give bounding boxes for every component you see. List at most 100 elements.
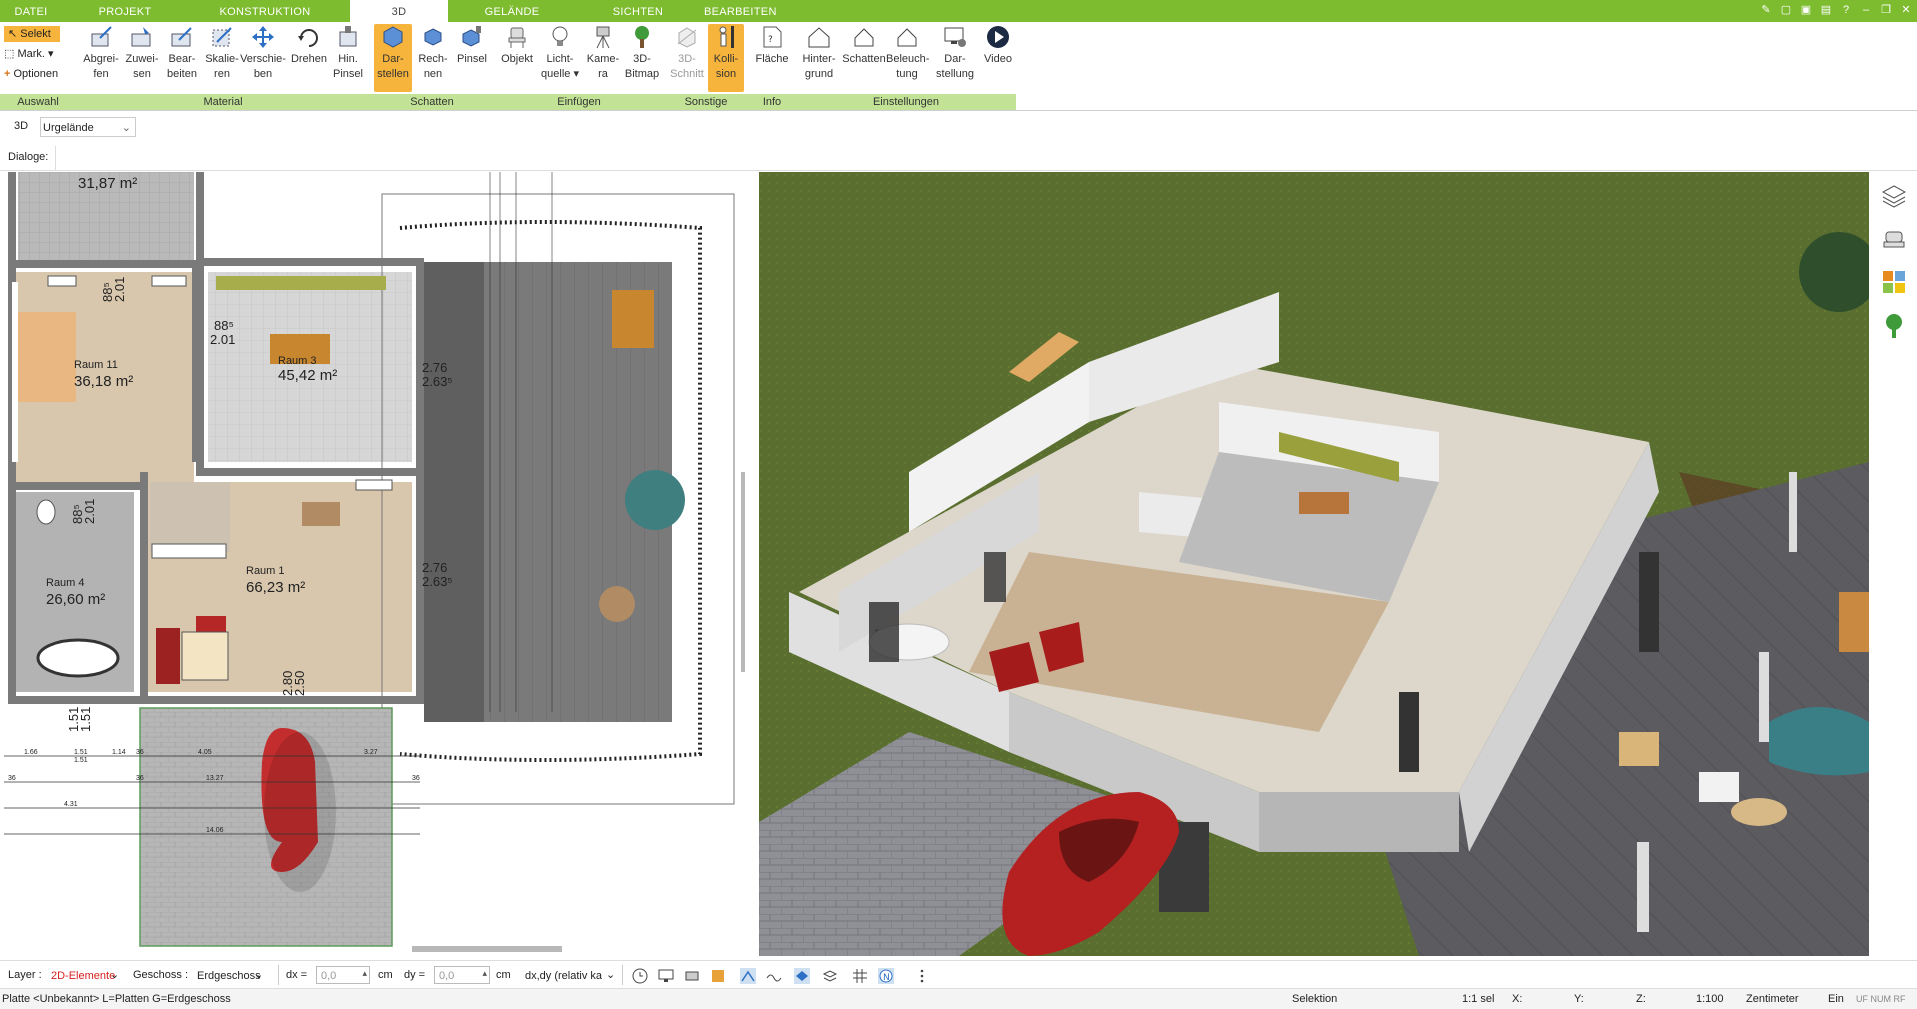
3d-schnitt-button[interactable]: 3D- Schnitt bbox=[668, 24, 706, 82]
clock-icon[interactable] bbox=[632, 968, 648, 984]
selekt-button[interactable]: ↖ Selekt bbox=[4, 26, 60, 42]
beleuchtung-button[interactable]: Beleuch- tung bbox=[886, 24, 929, 82]
window-icon[interactable]: ▣ bbox=[1799, 3, 1813, 17]
pen-icon[interactable]: ✎ bbox=[1759, 3, 1773, 17]
objekt-button[interactable]: Objekt bbox=[498, 24, 536, 67]
verschieben-button[interactable]: Verschie- ben bbox=[240, 24, 286, 82]
layers-small-icon[interactable] bbox=[822, 968, 838, 984]
darstellung-button[interactable]: Dar- stellung bbox=[930, 24, 980, 82]
abgreifen-label2: fen bbox=[93, 68, 109, 80]
room-3-area: 45,42 m² bbox=[278, 367, 337, 384]
optionen-button[interactable]: + Optionen bbox=[4, 66, 58, 82]
tree-icon bbox=[635, 26, 649, 48]
angle-icon[interactable] bbox=[740, 968, 756, 984]
hin-pinsel-button[interactable]: Hin. Pinsel bbox=[330, 24, 366, 82]
floor-plan-view[interactable]: 31,87 m² Raum 11 36,18 m² Raum 3 45,42 m… bbox=[0, 172, 745, 956]
minimize-icon[interactable]: – bbox=[1859, 3, 1873, 17]
dim-chain-7: 13.27 bbox=[206, 775, 224, 782]
materials-icon[interactable] bbox=[1880, 268, 1908, 296]
layers-icon[interactable] bbox=[1880, 182, 1908, 210]
hintergrund-label1: Hinter- bbox=[802, 53, 836, 65]
tile-icon[interactable]: ▢ bbox=[1779, 3, 1793, 17]
relative-select[interactable]: dx,dy (relativ ka bbox=[520, 966, 616, 984]
tab-projekt[interactable]: PROJEKT bbox=[66, 0, 184, 22]
tab-konstruktion[interactable]: KONSTRUKTION bbox=[190, 0, 340, 22]
horizontal-scrollbar[interactable] bbox=[412, 946, 562, 952]
vertical-scrollbar[interactable] bbox=[741, 472, 745, 672]
chevron-down-icon: ⌄ bbox=[254, 969, 264, 981]
mark-button[interactable]: ⬚ Mark. ▾ bbox=[4, 46, 54, 62]
room-4-area: 26,60 m² bbox=[46, 591, 105, 608]
snap-icon[interactable] bbox=[710, 968, 726, 984]
north-icon[interactable]: N bbox=[878, 968, 894, 984]
close-icon[interactable]: ✕ bbox=[1899, 3, 1913, 17]
restore-icon[interactable]: ❐ bbox=[1879, 3, 1893, 17]
abgreifen-button[interactable]: Abgrei- fen bbox=[80, 24, 122, 82]
round-table bbox=[599, 586, 635, 622]
floor-plan-canvas[interactable]: 31,87 m² Raum 11 36,18 m² Raum 3 45,42 m… bbox=[0, 172, 745, 956]
tab-sichten[interactable]: SICHTEN bbox=[578, 0, 698, 22]
kollision-label2: sion bbox=[715, 68, 737, 80]
tab-3d[interactable]: 3D bbox=[350, 0, 448, 22]
dim-chain-3: 1.51 bbox=[74, 757, 88, 764]
status-y: Y: bbox=[1574, 993, 1584, 1005]
skalieren-label1: Skalie- bbox=[205, 53, 239, 65]
drehen-button[interactable]: Drehen bbox=[288, 24, 330, 67]
dx-input[interactable]: 0,0 ▴▾ bbox=[316, 966, 370, 996]
dim-door-2-w: 2.76 bbox=[422, 360, 447, 375]
tab-gelaende[interactable]: GELÄNDE bbox=[452, 0, 572, 22]
tab-datei[interactable]: DATEI bbox=[0, 0, 62, 22]
monitor-icon[interactable] bbox=[658, 968, 674, 984]
beleuchtung-label2: tung bbox=[896, 68, 918, 80]
kamera-button[interactable]: Kame- ra bbox=[584, 24, 622, 82]
skalieren-button[interactable]: Skalie- ren bbox=[202, 24, 242, 82]
coffee-table bbox=[181, 631, 229, 681]
flaeche-label1: Fläche bbox=[755, 53, 789, 65]
video-button[interactable]: Video bbox=[980, 24, 1016, 67]
bearbeiten-button[interactable]: Bear- beiten bbox=[162, 24, 202, 82]
plane-icon[interactable] bbox=[794, 968, 810, 984]
dy-value: 0,0 bbox=[439, 970, 455, 982]
help-icon[interactable]: ? bbox=[1839, 3, 1853, 17]
hintergrund-label2: grund bbox=[804, 68, 834, 80]
3d-bitmap-button[interactable]: 3D- Bitmap bbox=[622, 24, 662, 82]
status-bar: Platte <Unbekannt> L=Platten G=Erdgescho… bbox=[0, 988, 1917, 1009]
flaeche-button[interactable]: ? Fläche bbox=[752, 24, 792, 67]
zuweisen-button[interactable]: Zuwei- sen bbox=[122, 24, 162, 82]
plants-icon[interactable] bbox=[1880, 312, 1908, 340]
schatten-einst-button[interactable]: Schatten bbox=[842, 24, 886, 67]
darstellen-label1: Dar- bbox=[382, 53, 404, 65]
3d-view[interactable] bbox=[759, 172, 1869, 956]
darstellen-button[interactable]: Dar- stellen bbox=[374, 24, 412, 92]
kollision-button[interactable]: Kolli- sion bbox=[708, 24, 744, 92]
dim-chain-13: 36 bbox=[136, 749, 144, 756]
skalieren-label2: ren bbox=[214, 68, 230, 80]
room-1-area: 66,23 m² bbox=[246, 579, 305, 596]
darstellen-label2: stellen bbox=[377, 68, 409, 80]
grid-icon[interactable] bbox=[852, 968, 868, 984]
furniture-icon[interactable] bbox=[1880, 226, 1908, 254]
dy-input[interactable]: 0,0 ▴▾ bbox=[434, 966, 490, 996]
camera-icon bbox=[596, 26, 610, 49]
verschieben-label2: ben bbox=[253, 68, 273, 80]
more-icon[interactable] bbox=[914, 968, 930, 984]
tools-icon[interactable] bbox=[684, 968, 700, 984]
3d-canvas[interactable] bbox=[759, 172, 1869, 956]
hintergrund-button[interactable]: Hinter- grund bbox=[798, 24, 840, 82]
lichtquelle-button[interactable]: Licht- quelle ▾ bbox=[540, 24, 580, 82]
dim-door-5-h: 2.01 bbox=[82, 499, 97, 524]
tiles-icon[interactable]: ▤ bbox=[1819, 3, 1833, 17]
dim-door-2-h: 2.63⁵ bbox=[422, 374, 453, 389]
rechnen-button[interactable]: Rech- nen bbox=[414, 24, 452, 82]
edit-material-icon bbox=[171, 27, 192, 47]
dining-table-3d bbox=[1299, 492, 1349, 514]
room-1-name: Raum 1 bbox=[246, 565, 285, 577]
schatten-einst-label1: Schatten bbox=[842, 53, 886, 65]
tab-bearbeiten[interactable]: BEARBEITEN bbox=[704, 0, 776, 22]
terrain-select[interactable]: Urgelände ⌄ bbox=[40, 117, 136, 137]
wave-icon[interactable] bbox=[766, 968, 782, 984]
view-toolbar: 3D Urgelände ⌄ bbox=[0, 116, 1917, 140]
schatten-pinsel-button[interactable]: Pinsel bbox=[454, 24, 490, 67]
window-controls: ✎ ▢ ▣ ▤ ? – ❐ ✕ bbox=[1759, 3, 1913, 17]
rechnen-label1: Rech- bbox=[418, 53, 448, 65]
